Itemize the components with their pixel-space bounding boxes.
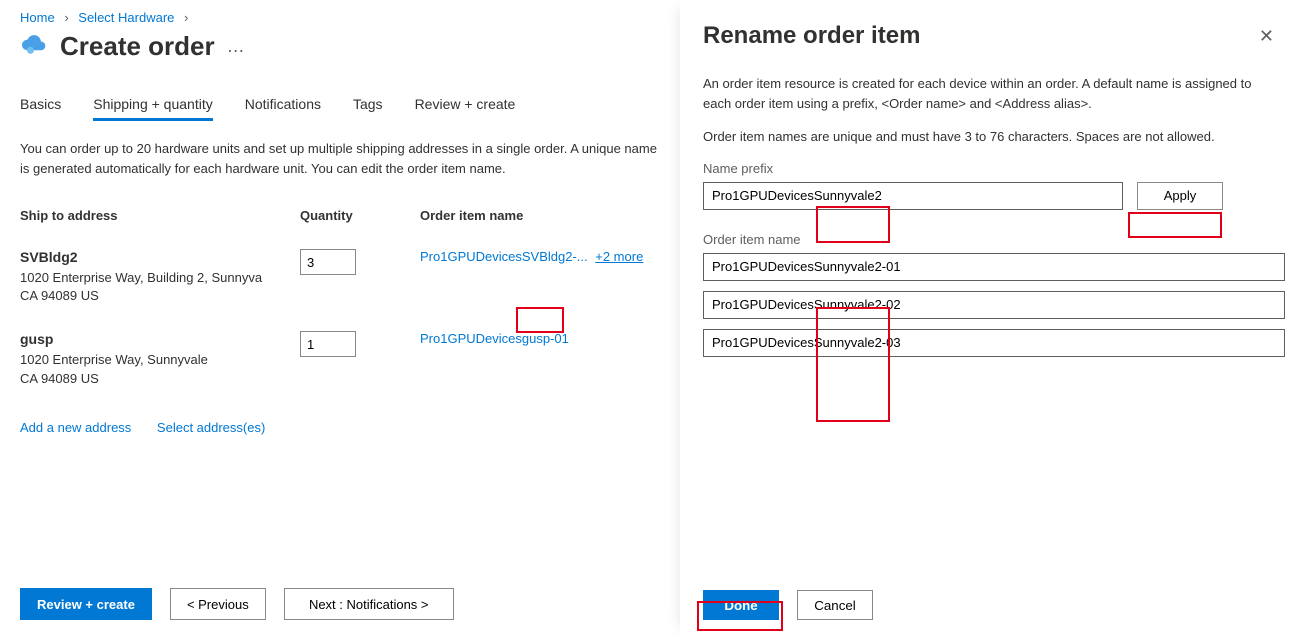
panel-title: Rename order item xyxy=(703,22,920,50)
order-item-link[interactable]: Pro1GPUDevicesSVBldg2-... xyxy=(420,249,588,264)
panel-footer: Done Cancel xyxy=(703,590,873,620)
add-address-link[interactable]: Add a new address xyxy=(20,420,131,435)
azure-edge-icon xyxy=(20,31,48,62)
wizard-footer: Review + create < Previous Next : Notifi… xyxy=(20,588,454,620)
order-item-more-link[interactable]: +2 more xyxy=(595,249,643,264)
order-item-name-label: Order item name xyxy=(703,232,1280,247)
rename-panel: Rename order item ✕ An order item resour… xyxy=(680,0,1302,636)
tab-basics[interactable]: Basics xyxy=(20,90,61,121)
name-prefix-input[interactable] xyxy=(703,182,1123,210)
table-row: gusp 1020 Enterprise Way, Sunnyvale CA 9… xyxy=(20,319,660,401)
next-button[interactable]: Next : Notifications > xyxy=(284,588,454,620)
address-actions: Add a new address Select address(es) xyxy=(20,420,660,435)
address-name: gusp xyxy=(20,331,300,347)
panel-description: Order item names are unique and must hav… xyxy=(703,127,1280,147)
tab-notifications[interactable]: Notifications xyxy=(245,90,321,121)
order-item-name-input[interactable] xyxy=(703,291,1285,319)
main-pane: Home › Select Hardware › Create order … … xyxy=(0,0,680,636)
panel-description: An order item resource is created for ea… xyxy=(703,74,1280,113)
tab-review-create[interactable]: Review + create xyxy=(415,90,516,121)
address-line: CA 94089 US xyxy=(20,287,300,305)
chevron-right-icon: › xyxy=(64,10,68,25)
tab-tags[interactable]: Tags xyxy=(353,90,383,121)
more-icon[interactable]: … xyxy=(227,36,247,57)
col-item-name: Order item name xyxy=(420,208,660,223)
name-prefix-label: Name prefix xyxy=(703,161,1280,176)
breadcrumb-home[interactable]: Home xyxy=(20,10,55,25)
review-create-button[interactable]: Review + create xyxy=(20,588,152,620)
col-quantity: Quantity xyxy=(300,208,420,223)
order-item-link[interactable]: Pro1GPUDevicesgusp-01 xyxy=(420,331,569,346)
page-title: Create order xyxy=(60,31,215,62)
address-line: 1020 Enterprise Way, Building 2, Sunnyva xyxy=(20,269,300,287)
chevron-right-icon: › xyxy=(184,10,188,25)
order-item-name-list xyxy=(703,253,1280,357)
table-row: SVBldg2 1020 Enterprise Way, Building 2,… xyxy=(20,237,660,319)
address-line: 1020 Enterprise Way, Sunnyvale xyxy=(20,351,300,369)
cancel-button[interactable]: Cancel xyxy=(797,590,873,620)
tab-bar: Basics Shipping + quantity Notifications… xyxy=(20,90,660,121)
previous-button[interactable]: < Previous xyxy=(170,588,266,620)
close-icon[interactable]: ✕ xyxy=(1253,25,1280,48)
quantity-input[interactable] xyxy=(300,331,356,357)
breadcrumb-select-hardware[interactable]: Select Hardware xyxy=(78,10,174,25)
apply-button[interactable]: Apply xyxy=(1137,182,1223,210)
table-header: Ship to address Quantity Order item name xyxy=(20,200,660,237)
address-name: SVBldg2 xyxy=(20,249,300,265)
order-item-name-input[interactable] xyxy=(703,329,1285,357)
order-item-name-input[interactable] xyxy=(703,253,1285,281)
tab-shipping-quantity[interactable]: Shipping + quantity xyxy=(93,90,212,121)
done-button[interactable]: Done xyxy=(703,590,779,620)
address-line: CA 94089 US xyxy=(20,370,300,388)
quantity-input[interactable] xyxy=(300,249,356,275)
select-addresses-link[interactable]: Select address(es) xyxy=(157,420,265,435)
help-text: You can order up to 20 hardware units an… xyxy=(20,139,660,178)
breadcrumb: Home › Select Hardware › xyxy=(20,10,660,25)
col-ship-to: Ship to address xyxy=(20,208,300,223)
